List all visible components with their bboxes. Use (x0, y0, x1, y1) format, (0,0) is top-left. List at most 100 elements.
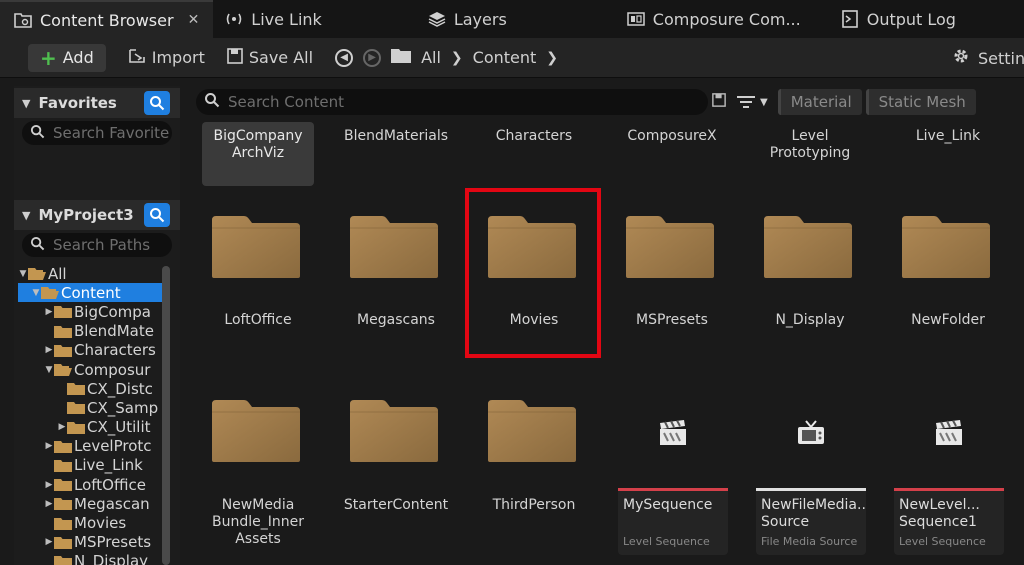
import-button[interactable]: Import (122, 48, 211, 68)
tree-item[interactable]: ▶ Megascan (18, 494, 162, 513)
expand-arrow-right-icon[interactable]: ▶ (44, 345, 54, 355)
filter-chip-static-mesh[interactable]: Static Mesh (865, 89, 976, 115)
collapse-triangle-icon[interactable]: ▼ (22, 97, 30, 110)
tree-item[interactable]: ▼ All (18, 264, 162, 283)
search-icon[interactable] (144, 203, 170, 227)
settings-button[interactable]: Settings (952, 38, 1024, 78)
folder-label[interactable]: ThirdPerson (478, 497, 590, 514)
tree-item[interactable]: ▶ LoftOffice (18, 475, 162, 494)
folder-label[interactable]: NewMedia Bundle_Inner Assets (202, 497, 314, 548)
folder-label[interactable]: Characters (478, 128, 590, 145)
asset-tile[interactable]: NewFileMedia... Source File Media Source (756, 382, 866, 555)
add-button[interactable]: + Add (28, 43, 106, 72)
tree-item[interactable]: Movies (18, 513, 162, 532)
breadcrumb: ◀ ▶ All ❯ Content ❯ (335, 48, 558, 67)
folder-label[interactable]: BlendMaterials (340, 128, 452, 145)
folder-label[interactable]: Megascans (340, 312, 452, 329)
tree-item[interactable]: ▶ BigCompa (18, 302, 162, 321)
expand-arrow-down-icon[interactable]: ▼ (44, 365, 54, 375)
folder-label[interactable]: StarterContent (340, 497, 452, 514)
save-all-label: Save All (248, 48, 314, 67)
tree-item[interactable]: ▼ Content (18, 283, 162, 303)
folder-icon[interactable] (348, 398, 440, 464)
folder-label[interactable]: BigCompany ArchViz (202, 128, 314, 162)
forward-arrow-icon[interactable]: ▶ (363, 48, 382, 67)
expand-arrow-down-icon[interactable]: ▼ (31, 288, 41, 298)
tab-content-browser[interactable]: Content Browser ✕ (0, 0, 214, 38)
folder-label[interactable]: ComposureX (616, 128, 728, 145)
expand-arrow-right-icon[interactable]: ▶ (57, 422, 67, 432)
asset-type: Level Sequence (899, 535, 986, 548)
close-icon[interactable]: ✕ (188, 12, 200, 28)
content-search-input[interactable]: Search Content (196, 89, 708, 115)
add-label: Add (62, 48, 94, 67)
tree-item[interactable]: ▶ CX_Utilit (18, 418, 162, 437)
import-icon (128, 48, 146, 68)
folder-icon (67, 402, 85, 415)
expand-arrow-right-icon[interactable]: ▶ (44, 537, 54, 547)
breadcrumb-content[interactable]: Content (473, 48, 537, 67)
search-icon (30, 236, 45, 255)
tree-item[interactable]: Live_Link (18, 456, 162, 475)
tree-scrollbar[interactable] (162, 266, 170, 565)
tree-item[interactable]: CX_Distc (18, 379, 162, 398)
project-header[interactable]: ▼ MyProject3 (14, 200, 180, 230)
back-arrow-icon[interactable]: ◀ (335, 48, 354, 67)
folder-icon[interactable] (486, 214, 578, 280)
favorites-header[interactable]: ▼ Favorites (14, 88, 180, 118)
folder-icon[interactable] (210, 398, 302, 464)
tree-item-label: Characters (74, 341, 156, 360)
folder-label[interactable]: MSPresets (616, 312, 728, 329)
asset-tile[interactable]: MySequence Level Sequence (618, 382, 728, 555)
tab-live-link[interactable]: Live Link (213, 0, 336, 38)
chevron-right-icon[interactable]: ❯ (546, 50, 558, 66)
asset-type: Level Sequence (623, 535, 710, 548)
tree-item[interactable]: ▼ Composur (18, 360, 162, 379)
expand-arrow-down-icon[interactable]: ▼ (18, 269, 28, 279)
tree-item-label: BlendMate (74, 322, 154, 341)
breadcrumb-all[interactable]: All (421, 48, 441, 67)
tree-item[interactable]: ▶ Characters (18, 341, 162, 360)
tree-item[interactable]: CX_Samp (18, 398, 162, 417)
tree-item-label: BigCompa (74, 302, 151, 321)
folder-icon[interactable] (900, 214, 992, 280)
search-icon[interactable] (144, 91, 170, 115)
paths-search-input[interactable]: Search Paths (22, 233, 172, 257)
folder-icon[interactable] (348, 214, 440, 280)
expand-arrow-right-icon[interactable]: ▶ (44, 307, 54, 317)
expand-arrow-right-icon[interactable]: ▶ (44, 441, 54, 451)
folder-label[interactable]: Movies (478, 312, 590, 329)
live-link-icon (225, 10, 243, 28)
filter-icon[interactable]: ▼ (736, 95, 768, 109)
tab-output-log[interactable]: Output Log (815, 0, 970, 38)
folder-icon[interactable] (486, 398, 578, 464)
tree-item-label: Live_Link (74, 456, 143, 475)
filter-chip-material[interactable]: Material (777, 89, 862, 115)
folder-open-icon (41, 287, 59, 300)
tab-composure[interactable]: Composure Com... (521, 0, 815, 38)
favorites-search-input[interactable]: Search Favorite (22, 121, 172, 145)
tree-item[interactable]: N_Display (18, 552, 162, 565)
save-all-button[interactable]: Save All (221, 47, 319, 68)
tab-layers[interactable]: Layers (336, 0, 521, 38)
asset-tile[interactable]: NewLevel... Sequence1 Level Sequence (894, 382, 1004, 555)
folder-open-icon (54, 364, 72, 377)
expand-arrow-right-icon[interactable]: ▶ (44, 480, 54, 490)
tree-item[interactable]: ▶ LevelProtc (18, 437, 162, 456)
tree-item[interactable]: BlendMate (18, 322, 162, 341)
folder-label[interactable]: Live_Link (892, 128, 1004, 145)
save-search-icon[interactable] (712, 93, 726, 111)
collapse-triangle-icon[interactable]: ▼ (22, 209, 30, 222)
folder-label[interactable]: NewFolder (892, 312, 1004, 329)
folder-label[interactable]: LoftOffice (202, 312, 314, 329)
folder-tree: ▼ All ▼ Content ▶ BigCompa BlendMate ▶ Character… (18, 264, 162, 565)
expand-arrow-right-icon[interactable]: ▶ (44, 499, 54, 509)
tree-item[interactable]: ▶ MSPresets (18, 533, 162, 552)
folder-icon[interactable] (624, 214, 716, 280)
tree-item-label: LevelProtc (74, 437, 152, 456)
folder-label[interactable]: Level Prototyping (754, 128, 866, 162)
settings-label: Settings (978, 48, 1024, 68)
folder-label[interactable]: N_Display (754, 312, 866, 329)
folder-icon[interactable] (210, 214, 302, 280)
folder-icon[interactable] (762, 214, 854, 280)
